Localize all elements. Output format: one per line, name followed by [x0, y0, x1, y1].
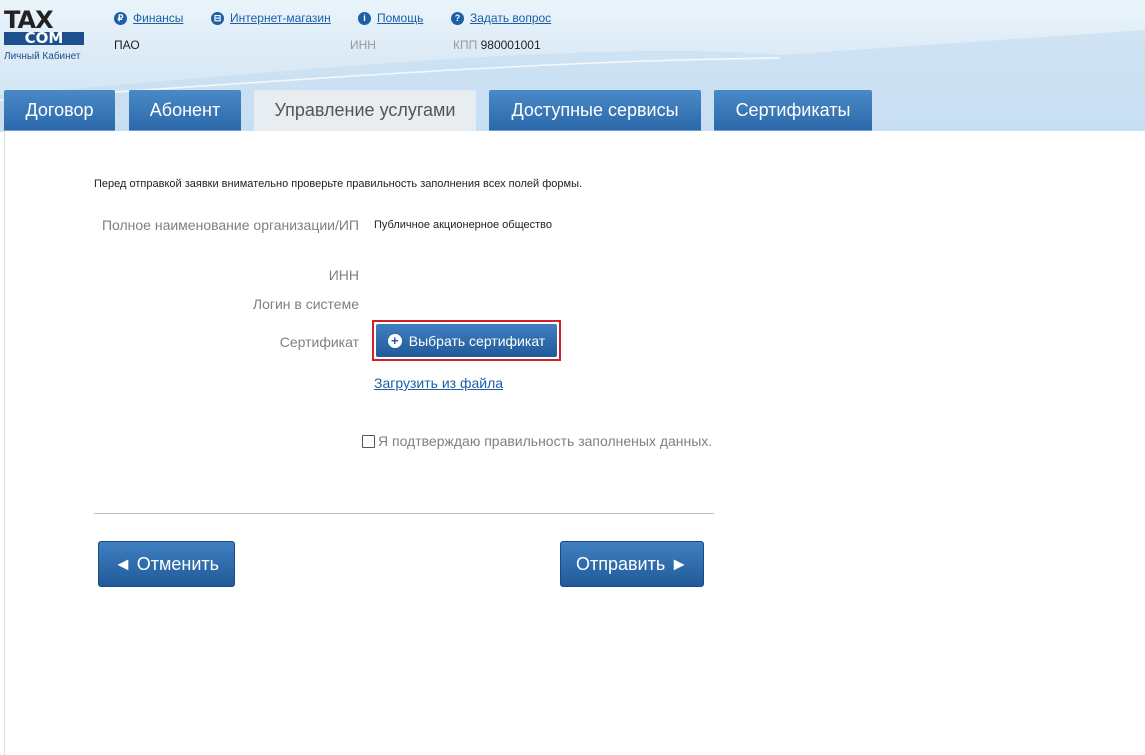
header-inn-label: ИНН: [350, 38, 376, 52]
certificate-label: Сертификат: [279, 334, 359, 350]
page: TAX COM Личный Кабинет ₽ Финансы ⊟ Интер…: [0, 0, 1145, 755]
inn-label: ИНН: [328, 267, 359, 283]
logo-subtitle: Личный Кабинет: [4, 51, 81, 62]
finance-link-label: Финансы: [133, 11, 184, 25]
header: TAX COM Личный Кабинет ₽ Финансы ⊟ Интер…: [0, 0, 1145, 132]
shop-link-label: Интернет-магазин: [230, 11, 331, 25]
ask-question-link[interactable]: ? Задать вопрос: [451, 11, 551, 25]
confirm-checkbox-label[interactable]: Я подтверждаю правильность заполненых да…: [378, 433, 712, 449]
shop-link[interactable]: ⊟ Интернет-магазин: [211, 11, 331, 25]
select-certificate-button-label: Выбрать сертификат: [408, 332, 546, 349]
confirm-row[interactable]: Я подтверждаю правильность заполненых да…: [362, 433, 712, 449]
plus-circle-icon: +: [387, 333, 402, 348]
cart-icon: ⊟: [211, 11, 224, 25]
load-from-file-link[interactable]: Загрузить из файла: [374, 375, 503, 391]
form-divider: [94, 513, 714, 514]
question-icon: ?: [451, 11, 464, 25]
finance-link[interactable]: ₽ Финансы: [114, 11, 183, 25]
submit-button[interactable]: Отправить ►: [560, 541, 704, 587]
cancel-button[interactable]: ◄ Отменить: [98, 541, 235, 587]
header-kpp: КПП 980001001: [453, 38, 541, 52]
login-label: Логин в системе: [252, 296, 359, 312]
tab-certificates[interactable]: Сертификаты: [714, 90, 872, 131]
org-form: ПАО: [114, 38, 140, 52]
header-kpp-value: 980001001: [480, 38, 541, 52]
confirm-checkbox[interactable]: [362, 434, 375, 448]
help-link[interactable]: i Помощь: [358, 11, 423, 25]
org-name-value: Публичное акционерное общество: [374, 219, 553, 231]
logo-text-com: COM: [4, 31, 84, 46]
help-link-label: Помощь: [377, 11, 424, 25]
header-kpp-label: КПП: [453, 38, 478, 52]
ask-question-link-label: Задать вопрос: [470, 11, 552, 25]
taxcom-logo[interactable]: TAX COM Личный Кабинет: [4, 6, 88, 62]
org-name-label: Полное наименование организации/ИП: [101, 217, 359, 233]
tab-service-management[interactable]: Управление услугами: [254, 90, 476, 131]
select-certificate-highlight: + Выбрать сертификат: [372, 320, 561, 361]
form-notice: Перед отправкой заявки внимательно прове…: [94, 178, 583, 190]
logo-text-tax: TAX: [4, 6, 54, 34]
tab-subscriber[interactable]: Абонент: [129, 90, 241, 131]
tab-contract[interactable]: Договор: [4, 90, 115, 131]
select-certificate-button[interactable]: + Выбрать сертификат: [376, 324, 557, 357]
ruble-icon: ₽: [114, 11, 127, 25]
info-icon: i: [358, 11, 371, 25]
tab-available-services[interactable]: Доступные сервисы: [489, 90, 701, 131]
